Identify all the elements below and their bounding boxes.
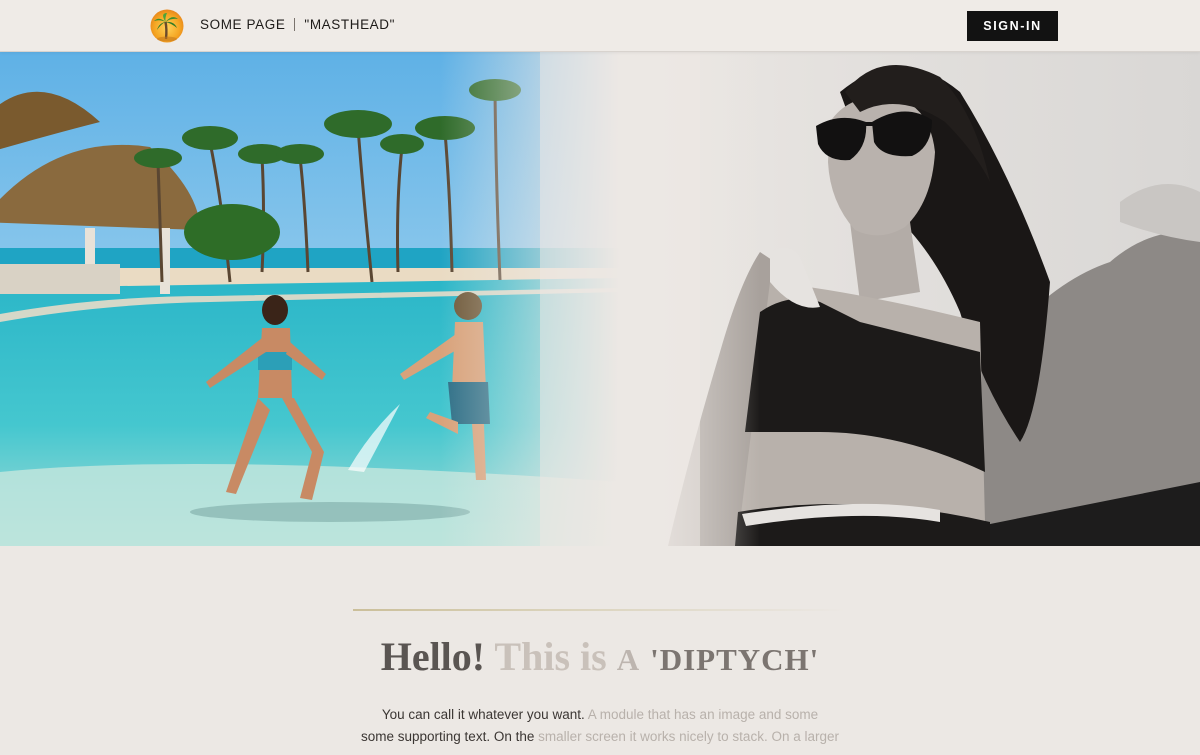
diptych-heading: Hello! This is A 'DIPTYCH' <box>0 634 1200 683</box>
body-text-line2b: smaller screen it works nicely to stack.… <box>538 729 839 755</box>
brand-name: SOME PAGE <box>200 17 286 32</box>
heading-article: A <box>616 642 641 677</box>
beach-resort-photo <box>0 52 620 546</box>
supporting-text: You can call it whatever you want. A mod… <box>350 704 850 755</box>
diptych-content: Hello! This is A 'DIPTYCH' You can call … <box>0 546 1200 755</box>
body-text-line1a: You can call it whatever you want. <box>381 707 585 722</box>
brand-separator <box>294 18 296 31</box>
brand-title[interactable]: SOME PAGE "MASTHEAD" <box>200 17 395 32</box>
accent-divider <box>353 609 847 611</box>
brand-tagline: "MASTHEAD" <box>304 17 396 32</box>
woman-portrait-photo <box>620 52 1200 546</box>
body-text-line1b: A module that has an image and some <box>587 707 819 722</box>
palm-tree-logo-icon[interactable] <box>150 9 184 43</box>
heading-greeting: Hello! <box>380 634 486 679</box>
heading-this-is: This is <box>494 634 607 679</box>
hero-diptych <box>0 52 1200 546</box>
heading-diptych: 'DIPTYCH' <box>650 642 820 677</box>
sign-in-button[interactable]: SIGN-IN <box>967 11 1058 41</box>
masthead: SOME PAGE "MASTHEAD" SIGN-IN <box>0 0 1200 52</box>
body-text-line2a: some supporting text. On the <box>361 729 535 744</box>
